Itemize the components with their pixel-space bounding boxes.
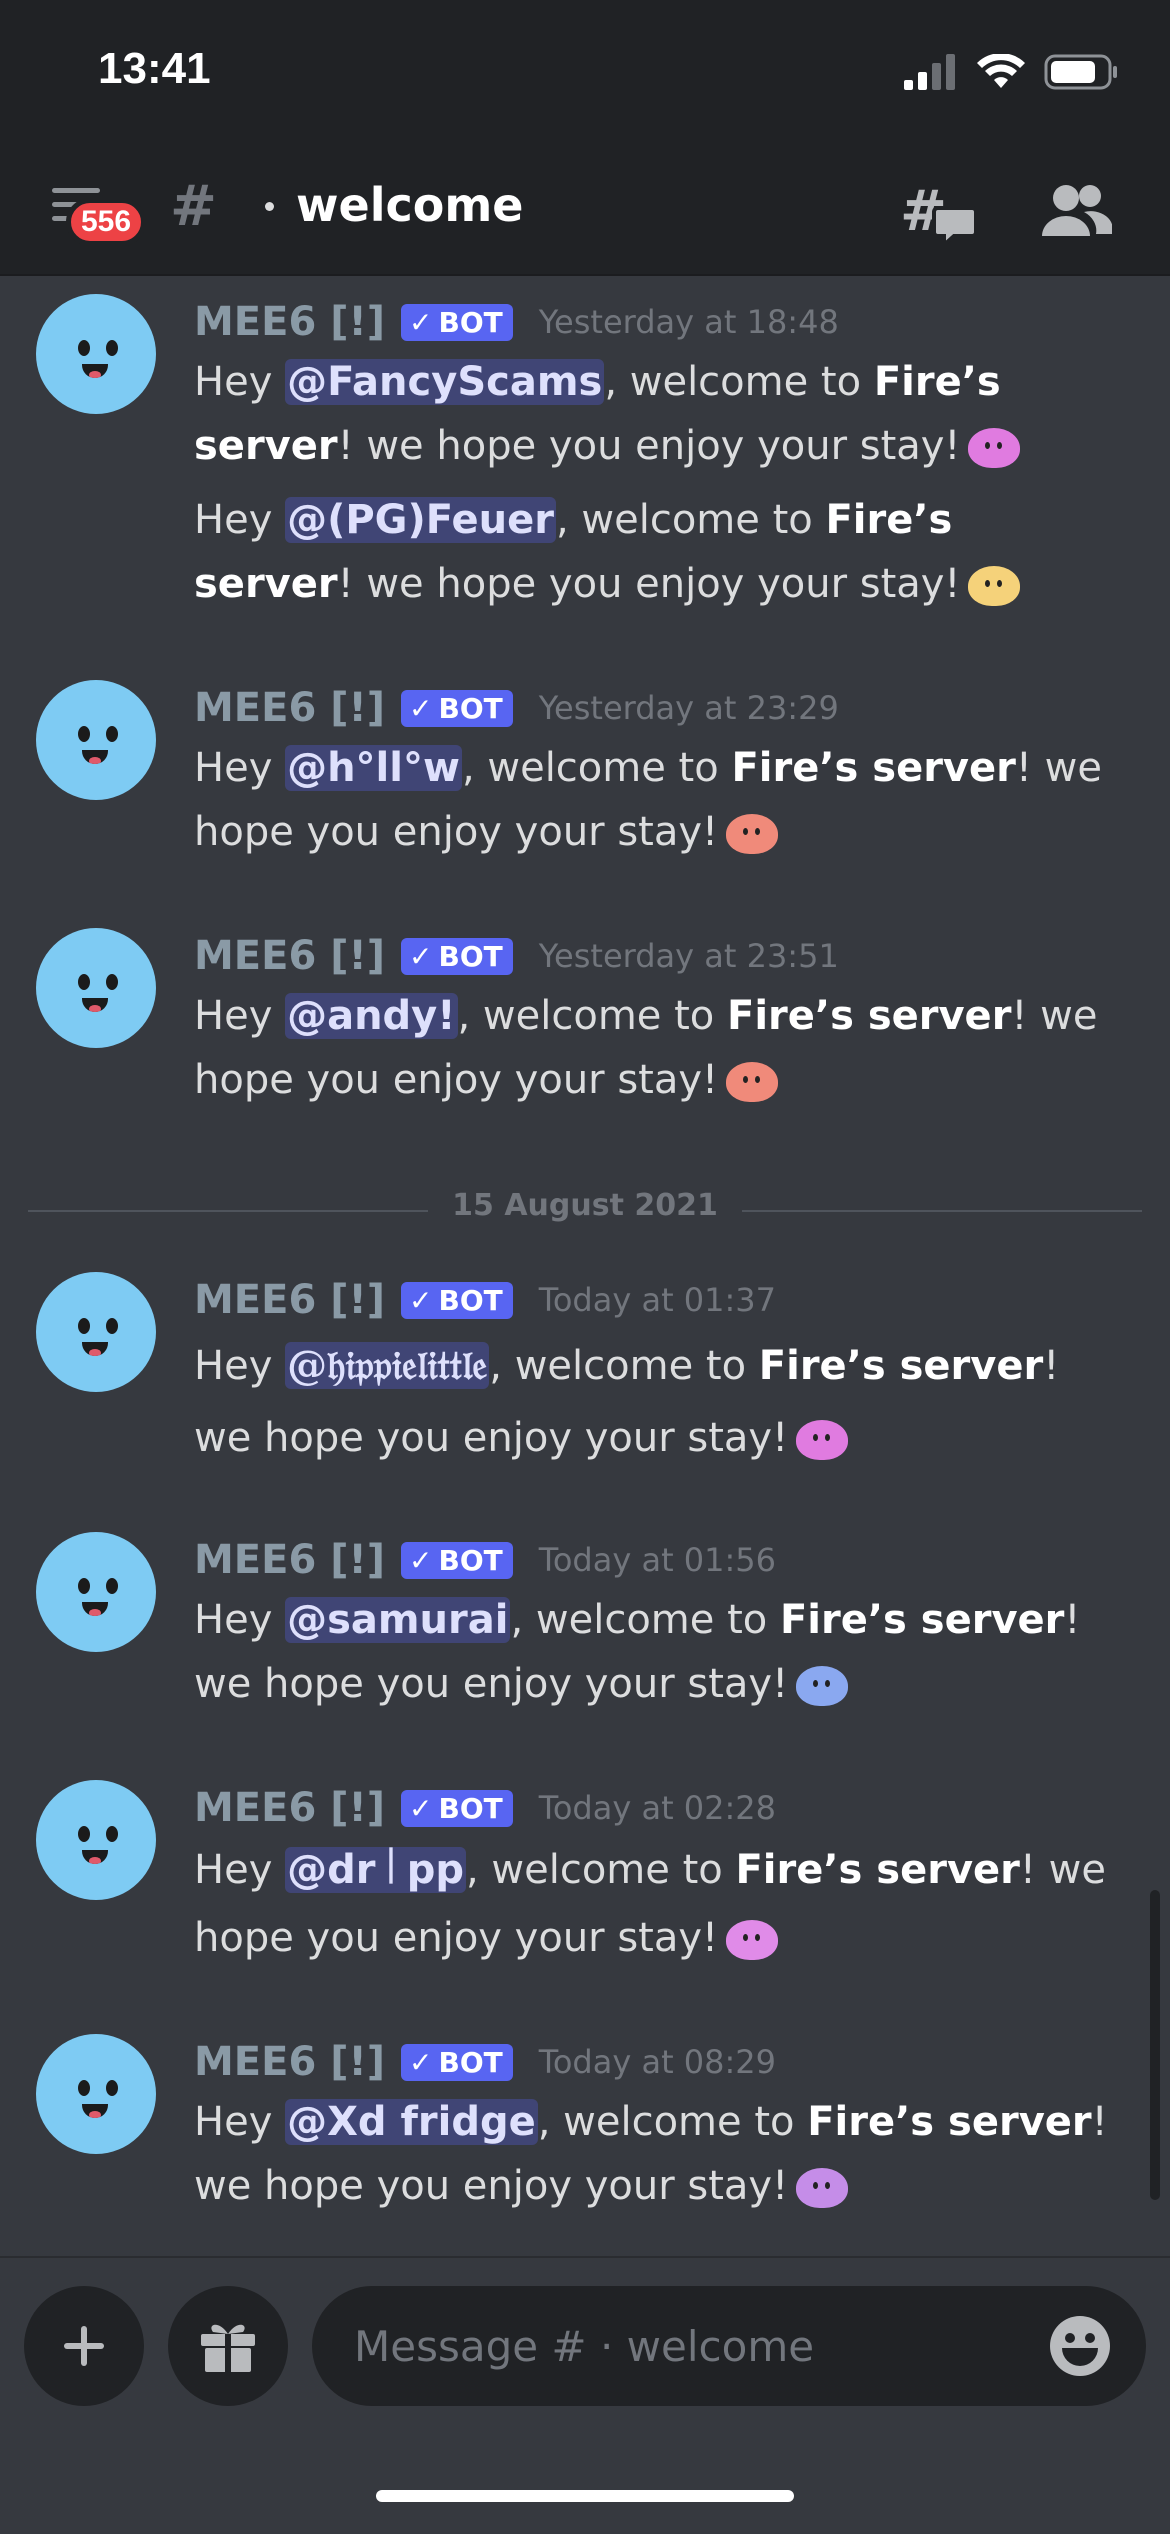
avatar[interactable] xyxy=(36,2034,156,2154)
message-text: Hey @𝔥𝔦𝔭𝔭𝔦𝔢𝔩𝔦𝔱𝔱𝔩𝔢, welcome to Fire’s ser… xyxy=(194,1342,1060,1461)
author-name[interactable]: MEE6 [!] xyxy=(194,685,385,731)
unread-badge: 556 xyxy=(66,198,147,246)
message-header: MEE6 [!] ✓ BOT Yesterday at 23:29 xyxy=(194,680,839,736)
bot-tag: ✓ BOT xyxy=(401,2043,513,2081)
emoji-icon[interactable] xyxy=(726,814,779,854)
emoji-icon[interactable] xyxy=(726,1920,779,1960)
timestamp: Yesterday at 23:51 xyxy=(538,937,839,975)
message-text: Hey @samurai, welcome to Fire’s server! … xyxy=(194,1597,1081,1707)
channel-title[interactable]: welcome xyxy=(296,178,523,232)
channel-hash-icon: # xyxy=(170,174,217,239)
avatar[interactable] xyxy=(36,1780,156,1900)
message-header: MEE6 [!] ✓ BOT Today at 02:28 xyxy=(194,1780,776,1836)
check-icon: ✓ xyxy=(409,2045,433,2079)
gift-button[interactable] xyxy=(168,2286,288,2406)
avatar[interactable] xyxy=(36,680,156,800)
add-attachment-button[interactable] xyxy=(24,2286,144,2406)
user-mention[interactable]: @andy! xyxy=(285,993,458,1039)
message-text: Hey @andy!, welcome to Fire’s server! we… xyxy=(194,993,1098,1103)
avatar[interactable] xyxy=(36,928,156,1048)
bot-tag: ✓ BOT xyxy=(401,1541,513,1579)
emoji-icon[interactable] xyxy=(796,2168,849,2208)
wifi-icon xyxy=(977,54,1025,88)
user-mention[interactable]: @𝔥𝔦𝔭𝔭𝔦𝔢𝔩𝔦𝔱𝔱𝔩𝔢 xyxy=(285,1342,490,1389)
message-header: MEE6 [!] ✓ BOT Yesterday at 23:51 xyxy=(194,928,839,984)
message-text: Hey @FancyScams, welcome to Fire’s serve… xyxy=(194,350,1124,478)
user-mention[interactable]: @Xd fridge xyxy=(285,2099,538,2145)
avatar[interactable] xyxy=(36,1532,156,1652)
message-list[interactable]: MEE6 [!] ✓ BOT Yesterday at 18:48 Hey @Fa… xyxy=(0,276,1170,2256)
timestamp: Yesterday at 23:29 xyxy=(538,689,839,727)
check-icon: ✓ xyxy=(409,939,433,973)
gift-icon xyxy=(201,2324,255,2372)
channel-header: 556 # welcome # xyxy=(0,150,1170,276)
user-mention[interactable]: @samurai xyxy=(285,1597,511,1643)
home-indicator[interactable] xyxy=(376,2490,794,2502)
check-icon: ✓ xyxy=(409,1791,433,1825)
user-mention[interactable]: @FancyScams xyxy=(285,359,605,405)
emoji-icon[interactable] xyxy=(726,1062,779,1102)
bot-tag: ✓ BOT xyxy=(401,689,513,727)
battery-icon xyxy=(1044,54,1117,90)
emoji-picker-icon[interactable] xyxy=(1048,2314,1112,2378)
timestamp: Yesterday at 18:48 xyxy=(538,303,839,341)
date-divider-label: 15 August 2021 xyxy=(428,1188,742,1223)
message-header: MEE6 [!] ✓ BOT Today at 08:29 xyxy=(194,2034,776,2090)
bot-tag: ✓ BOT xyxy=(401,1281,513,1319)
message-text: Hey @Xd fridge, welcome to Fire’s server… xyxy=(194,2099,1108,2209)
message-text: Hey @h°ll°w, welcome to Fire’s server! w… xyxy=(194,745,1102,855)
author-name[interactable]: MEE6 [!] xyxy=(194,1785,385,1831)
check-icon: ✓ xyxy=(409,691,433,725)
timestamp: Today at 01:37 xyxy=(538,1281,776,1319)
message-text: Hey @dr꒐pp, welcome to Fire’s server! we… xyxy=(194,1847,1106,1961)
members-icon[interactable] xyxy=(1040,182,1112,238)
user-mention[interactable]: @h°ll°w xyxy=(285,745,462,791)
date-divider: 15 August 2021 xyxy=(28,1180,1142,1240)
plus-icon xyxy=(64,2326,104,2366)
emoji-icon[interactable] xyxy=(796,1420,849,1460)
author-name[interactable]: MEE6 [!] xyxy=(194,299,385,345)
status-time: 13:41 xyxy=(98,44,211,93)
channel-status-dot xyxy=(265,202,274,211)
emoji-icon[interactable] xyxy=(796,1666,849,1706)
user-mention[interactable]: @dr꒐pp xyxy=(285,1847,466,1893)
cellular-signal-icon xyxy=(904,54,955,90)
avatar[interactable] xyxy=(36,294,156,414)
status-bar: 13:41 xyxy=(0,0,1170,150)
timestamp: Today at 01:56 xyxy=(538,1541,776,1579)
message-header: MEE6 [!] ✓ BOT Yesterday at 18:48 xyxy=(194,294,839,350)
timestamp: Today at 02:28 xyxy=(538,1789,776,1827)
author-name[interactable]: MEE6 [!] xyxy=(194,933,385,979)
message-header: MEE6 [!] ✓ BOT Today at 01:56 xyxy=(194,1532,776,1588)
bot-tag: ✓ BOT xyxy=(401,303,513,341)
emoji-icon[interactable] xyxy=(968,428,1021,468)
check-icon: ✓ xyxy=(409,305,433,339)
user-mention[interactable]: @(PG)Feuer xyxy=(285,497,556,543)
message-text: Hey @(PG)Feuer, welcome to Fire’s server… xyxy=(194,488,1124,616)
author-name[interactable]: MEE6 [!] xyxy=(194,1537,385,1583)
message-header: MEE6 [!] ✓ BOT Today at 01:37 xyxy=(194,1272,776,1328)
timestamp: Today at 08:29 xyxy=(538,2043,776,2081)
bot-tag: ✓ BOT xyxy=(401,1789,513,1827)
author-name[interactable]: MEE6 [!] xyxy=(194,2039,385,2085)
author-name[interactable]: MEE6 [!] xyxy=(194,1277,385,1323)
check-icon: ✓ xyxy=(409,1283,433,1317)
scrollbar[interactable] xyxy=(1150,1890,1160,2200)
bot-tag: ✓ BOT xyxy=(401,937,513,975)
status-icons xyxy=(904,54,1118,90)
emoji-icon[interactable] xyxy=(968,566,1021,606)
avatar[interactable] xyxy=(36,1272,156,1392)
threads-icon[interactable]: # xyxy=(900,180,976,246)
message-input[interactable] xyxy=(312,2286,1146,2406)
check-icon: ✓ xyxy=(409,1543,433,1577)
